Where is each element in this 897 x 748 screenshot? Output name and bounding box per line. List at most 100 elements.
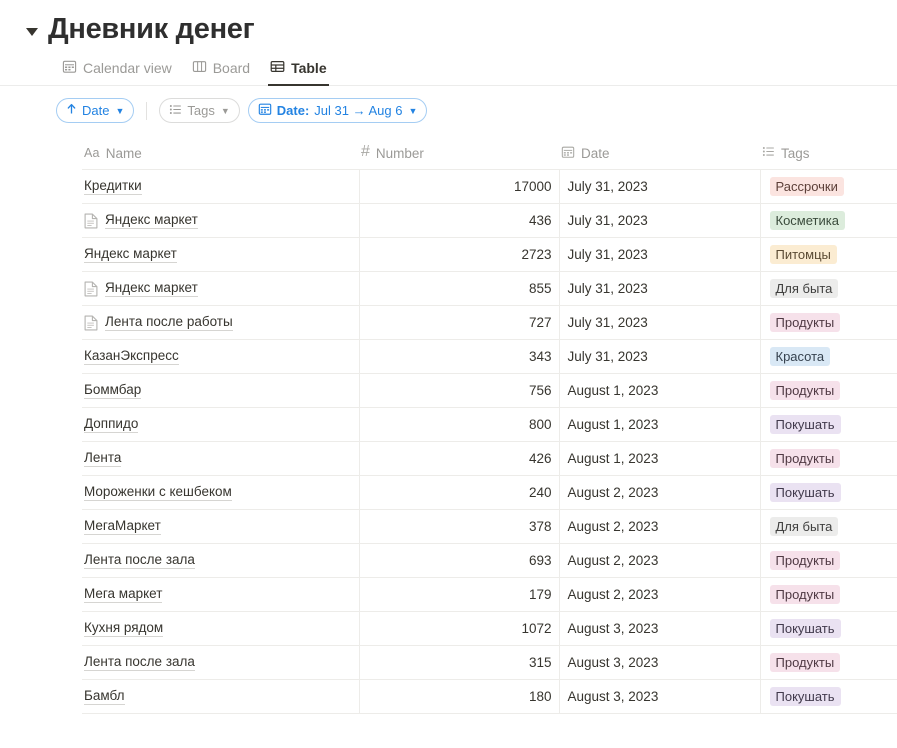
row-name-link[interactable]: Боммбар — [84, 382, 142, 400]
column-header-number[interactable]: # Number — [359, 136, 559, 171]
table-row[interactable]: Яндекс маркет 2723 July 31, 2023 Питомцы — [82, 237, 897, 273]
cell-tags[interactable]: Продукты — [759, 441, 897, 477]
cell-number[interactable]: 855 — [358, 271, 559, 307]
cell-date[interactable]: August 1, 2023 — [558, 373, 760, 409]
cell-number[interactable]: 240 — [358, 475, 559, 511]
cell-tags[interactable]: Покушать — [759, 407, 897, 443]
table-row[interactable]: Бамбл 180 August 3, 2023 Покушать — [82, 679, 897, 715]
cell-name[interactable]: Боммбар — [82, 373, 359, 409]
cell-number[interactable]: 800 — [358, 407, 559, 443]
table-row[interactable]: Лента после зала 693 August 2, 2023 Продукт… — [82, 543, 897, 579]
cell-number[interactable]: 756 — [358, 373, 559, 409]
cell-tags[interactable]: Для быта — [759, 271, 897, 307]
cell-name[interactable]: Кухня рядом — [82, 611, 359, 647]
cell-tags[interactable]: Продукты — [759, 645, 897, 681]
cell-date[interactable]: August 2, 2023 — [558, 543, 760, 579]
table-row[interactable]: Яндекс маркет 436 July 31, 2023 Косметика — [82, 203, 897, 239]
cell-number[interactable]: 378 — [358, 509, 559, 545]
cell-tags[interactable]: Рассрочки — [759, 169, 897, 205]
row-name-link[interactable]: МегаМаркет — [84, 518, 161, 536]
cell-name[interactable]: Лента после зала — [82, 645, 359, 681]
table-row[interactable]: Лента 426 August 1, 2023 Продукты — [82, 441, 897, 477]
cell-name[interactable]: КазанЭкспресс — [82, 339, 359, 375]
row-name-link[interactable]: Бамбл — [84, 688, 125, 706]
cell-date[interactable]: August 3, 2023 — [558, 679, 760, 715]
cell-number[interactable]: 179 — [358, 577, 559, 613]
cell-date[interactable]: July 31, 2023 — [558, 305, 760, 341]
cell-tags[interactable]: Покушать — [759, 475, 897, 511]
table-row[interactable]: Мороженки с кешбеком 240 August 2, 2023 Пок… — [82, 475, 897, 511]
cell-name[interactable]: Яндекс маркет — [82, 271, 359, 307]
cell-tags[interactable]: Продукты — [759, 577, 897, 613]
table-row[interactable]: КазанЭкспресс 343 July 31, 2023 Красота — [82, 339, 897, 375]
row-name-link[interactable]: Яндекс маркет — [105, 280, 198, 298]
cell-date[interactable]: July 31, 2023 — [558, 203, 760, 239]
row-name-link[interactable]: Яндекс маркет — [105, 212, 198, 230]
cell-name[interactable]: Яндекс маркет — [82, 203, 359, 239]
cell-number[interactable]: 343 — [358, 339, 559, 375]
triangle-down-icon[interactable] — [26, 27, 38, 36]
cell-name[interactable]: МегаМаркет — [82, 509, 359, 545]
cell-date[interactable]: July 31, 2023 — [558, 271, 760, 307]
cell-date[interactable]: July 31, 2023 — [558, 169, 760, 205]
cell-date[interactable]: August 2, 2023 — [558, 577, 760, 613]
tags-filter-chip[interactable]: Tags ▼ — [159, 98, 240, 124]
table-row[interactable]: Яндекс маркет 855 July 31, 2023 Для быта — [82, 271, 897, 307]
cell-number[interactable]: 727 — [358, 305, 559, 341]
cell-tags[interactable]: Покушать — [759, 679, 897, 715]
cell-tags[interactable]: Питомцы — [759, 237, 897, 273]
cell-name[interactable]: Лента после работы — [82, 305, 359, 341]
row-name-link[interactable]: Лента после работы — [105, 314, 233, 332]
cell-name[interactable]: Кредитки — [82, 169, 359, 205]
cell-date[interactable]: August 1, 2023 — [558, 441, 760, 477]
cell-name[interactable]: Лента — [82, 441, 359, 477]
row-name-link[interactable]: КазанЭкспресс — [84, 348, 179, 366]
cell-date[interactable]: August 2, 2023 — [558, 509, 760, 545]
cell-number[interactable]: 436 — [358, 203, 559, 239]
row-name-link[interactable]: Лента после зала — [84, 552, 195, 570]
cell-tags[interactable]: Красота — [759, 339, 897, 375]
cell-date[interactable]: August 3, 2023 — [558, 611, 760, 647]
table-row[interactable]: Кредитки 17000 July 31, 2023 Рассрочки — [82, 169, 897, 205]
cell-name[interactable]: Бамбл — [82, 679, 359, 715]
row-name-link[interactable]: Мороженки с кешбеком — [84, 484, 232, 502]
table-row[interactable]: Лента после зала 315 August 3, 2023 Продукт… — [82, 645, 897, 681]
row-name-link[interactable]: Лента после зала — [84, 654, 195, 672]
cell-tags[interactable]: Косметика — [759, 203, 897, 239]
cell-date[interactable]: August 3, 2023 — [558, 645, 760, 681]
sort-date-chip[interactable]: Date ▼ — [56, 98, 135, 124]
cell-name[interactable]: Доппидо — [82, 407, 359, 443]
cell-tags[interactable]: Продукты — [759, 543, 897, 579]
row-name-link[interactable]: Кредитки — [84, 178, 142, 196]
table-row[interactable]: Кухня рядом 1072 August 3, 2023 Покушать — [82, 611, 897, 647]
column-header-date[interactable]: Date — [559, 136, 760, 171]
cell-number[interactable]: 180 — [358, 679, 559, 715]
table-row[interactable]: Мега маркет 179 August 2, 2023 Продукты — [82, 577, 897, 613]
row-name-link[interactable]: Яндекс маркет — [84, 246, 177, 264]
row-name-link[interactable]: Кухня рядом — [84, 620, 164, 638]
row-name-link[interactable]: Лента — [84, 450, 122, 468]
cell-date[interactable]: August 2, 2023 — [558, 475, 760, 511]
cell-number[interactable]: 693 — [358, 543, 559, 579]
row-name-link[interactable]: Доппидо — [84, 416, 139, 434]
cell-date[interactable]: July 31, 2023 — [558, 339, 760, 375]
column-header-tags[interactable]: Tags — [760, 136, 897, 171]
cell-number[interactable]: 17000 — [358, 169, 559, 205]
tab-calendar-view[interactable]: Calendar view — [60, 56, 174, 86]
cell-tags[interactable]: Для быта — [759, 509, 897, 545]
table-row[interactable]: МегаМаркет 378 August 2, 2023 Для быта — [82, 509, 897, 545]
cell-name[interactable]: Лента после зала — [82, 543, 359, 579]
cell-tags[interactable]: Продукты — [759, 305, 897, 341]
tab-table[interactable]: Table — [268, 56, 329, 86]
table-row[interactable]: Доппидо 800 August 1, 2023 Покушать — [82, 407, 897, 443]
table-row[interactable]: Боммбар 756 August 1, 2023 Продукты — [82, 373, 897, 409]
cell-number[interactable]: 1072 — [358, 611, 559, 647]
cell-number[interactable]: 426 — [358, 441, 559, 477]
cell-number[interactable]: 2723 — [358, 237, 559, 273]
column-header-name[interactable]: Aa Name — [82, 136, 359, 171]
date-range-filter-chip[interactable]: Date: Jul 31 → Aug 6 ▼ — [247, 98, 428, 124]
cell-number[interactable]: 315 — [358, 645, 559, 681]
cell-tags[interactable]: Покушать — [759, 611, 897, 647]
tab-board[interactable]: Board — [190, 56, 252, 86]
table-row[interactable]: Лента после работы 727 July 31, 2023 Продук… — [82, 305, 897, 341]
